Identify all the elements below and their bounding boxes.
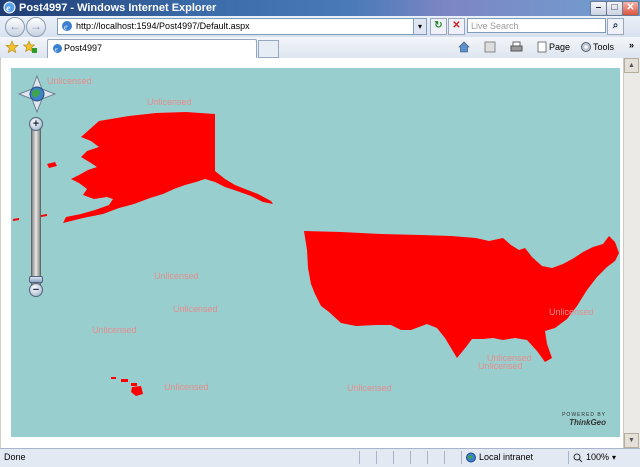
address-dropdown-button[interactable]: ▾ [413,19,426,34]
tab-page-icon: e [53,44,62,54]
page-menu-icon [537,41,547,53]
home-icon[interactable] [458,41,470,53]
conterminous-usa-shape [304,231,619,362]
zoom-level[interactable]: 100% [586,449,609,466]
zoom-in-button[interactable]: + [29,117,43,131]
security-zone-label[interactable]: Local intranet [479,449,533,466]
status-text: Done [4,452,26,462]
zoom-out-button[interactable]: − [29,283,43,297]
zoom-slider-thumb[interactable] [29,276,43,283]
intranet-zone-icon [466,452,476,463]
alaska-island [47,162,57,168]
more-commands-chevron-icon[interactable]: » [629,38,634,52]
browser-viewport: Unlicensed Unlicensed Unlicensed Unlicen… [1,58,623,448]
tab-label: Post4997 [64,43,103,53]
feeds-icon[interactable] [484,41,496,53]
watermark-label: Unlicensed [478,361,523,371]
tools-gear-icon [581,42,591,52]
forward-button[interactable]: → [26,17,46,37]
aleutian-island [13,218,19,221]
alaska-shape [63,112,273,223]
svg-text:e: e [6,3,10,13]
watermark-label: Unlicensed [347,383,392,393]
watermark-label: Unlicensed [164,382,209,392]
print-icon[interactable] [510,41,523,53]
hawaii-island [121,379,128,382]
back-button[interactable]: ← [5,17,25,37]
watermark-label: Unlicensed [147,97,192,107]
address-bar[interactable]: e http://localhost:1594/Post4997/Default… [57,18,427,35]
watermark-label: Unlicensed [154,271,199,281]
watermark-label: Unlicensed [549,307,594,317]
hawaii-island [131,386,143,396]
zoom-dropdown-icon[interactable]: ▾ [612,449,616,466]
watermark-label: Unlicensed [92,325,137,335]
vertical-scrollbar[interactable]: ▲ ▼ [623,58,640,448]
navigation-bar: ← → e http://localhost:1594/Post4997/Def… [0,16,640,37]
title-bar: e Post4997 - Windows Internet Explorer –… [0,0,640,16]
svg-text:e: e [64,23,68,32]
thinkgeo-logo: POWERED BY ThinkGeo [556,412,606,429]
tab-post4997[interactable]: e Post4997 [47,39,257,58]
add-favorites-icon[interactable] [23,40,37,54]
refresh-button[interactable]: ↻ [430,18,447,35]
aleutian-island [41,214,47,217]
map-canvas[interactable]: Unlicensed Unlicensed Unlicensed Unlicen… [11,68,620,437]
ie-logo-icon: e [3,1,16,14]
svg-text:e: e [55,46,58,54]
scroll-up-arrow-icon[interactable]: ▲ [624,58,639,73]
search-button[interactable]: ⌕ [607,18,624,35]
watermark-label: Unlicensed [173,304,218,314]
search-input[interactable]: Live Search [467,18,606,33]
hawaii-island [111,377,116,379]
favorites-star-icon[interactable] [5,40,19,54]
scroll-down-arrow-icon[interactable]: ▼ [624,433,639,448]
status-bar: Done Local intranet 100% ▾ [0,448,640,467]
maximize-button[interactable]: □ [606,1,623,16]
new-tab-button[interactable] [258,40,279,58]
zoom-magnifier-icon [573,453,583,463]
hawaii-island [131,383,137,386]
close-button[interactable]: ✕ [622,1,639,16]
pan-compass-icon[interactable] [18,75,56,113]
page-menu-label[interactable]: Page [549,40,570,54]
window-title: Post4997 - Windows Internet Explorer [19,2,217,14]
map-layer [13,112,619,396]
logo-brand-text: ThinkGeo [569,418,606,427]
tools-menu-label[interactable]: Tools [593,40,614,54]
stop-button[interactable]: ✕ [448,18,465,35]
zoom-slider-track[interactable] [31,121,41,291]
page-icon: e [62,21,72,32]
minimize-button[interactable]: – [590,1,607,16]
tab-bar: e Post4997 Page Tools » [0,37,640,59]
address-url: http://localhost:1594/Post4997/Default.a… [76,21,250,31]
